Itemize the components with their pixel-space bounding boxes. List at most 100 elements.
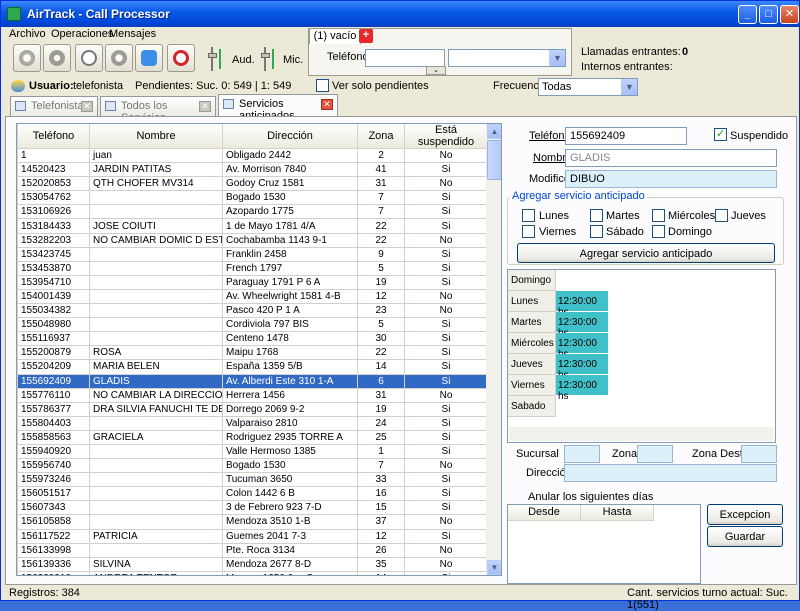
call-tab[interactable]: (1) vacío xyxy=(309,28,361,44)
table-row[interactable]: 155973246 Tucuman 3650 33 Si xyxy=(17,472,488,488)
cell-zona: 2 xyxy=(357,147,405,164)
direccion-field[interactable] xyxy=(564,464,777,482)
menu-operaciones[interactable]: Operaciones xyxy=(51,28,113,40)
column-header-desde[interactable]: Desde xyxy=(508,505,581,521)
sucursal-field[interactable] xyxy=(564,445,600,463)
scroll-thumb[interactable] xyxy=(487,140,501,180)
minimize-button[interactable]: _ xyxy=(738,5,757,24)
form-name-input[interactable] xyxy=(565,149,777,167)
table-row[interactable]: 155048980 Cordiviola 797 BIS 5 Si xyxy=(17,317,488,333)
call-phone-combo[interactable]: ▼ xyxy=(448,49,566,67)
add-scheduled-service-button[interactable]: Agregar servicio anticipado xyxy=(517,243,775,263)
form-phone-input[interactable] xyxy=(565,127,687,145)
block-button[interactable] xyxy=(167,44,195,72)
table-row[interactable]: 155204209 MARIA BELEN España 1359 5/B 14 Si xyxy=(17,359,488,375)
table-row[interactable]: 154001439 Av. Wheelwright 1581 4-B 12 No xyxy=(17,288,488,305)
tab-todos-servicios[interactable]: Todos los Servicios ✕ xyxy=(100,96,216,124)
table-row[interactable]: 153954710 Paraguay 1791 P 6 A 19 Si xyxy=(17,274,488,290)
menu-archivo[interactable]: Archivo xyxy=(9,28,46,40)
table-row[interactable]: 156051517 Colon 1442 6 B 16 Si xyxy=(17,486,488,502)
table-row[interactable]: 155858563 GRACIELA Rodriguez 2935 TORRE A2… xyxy=(17,429,488,445)
table-row[interactable]: 1 juan Obligado 2442 2 No xyxy=(17,147,488,164)
table-row[interactable]: 153054762 Bogado 1530 7 Si xyxy=(17,190,488,206)
schedule-scrollbar[interactable] xyxy=(509,427,774,441)
only-pending-checkbox[interactable] xyxy=(316,79,329,92)
table-row[interactable]: 156229910ANDREA TENTORMoreno 1250 9-+-C1… xyxy=(17,570,488,575)
schedule-time-slot[interactable]: 12:30:00 hs xyxy=(556,333,608,360)
schedule-day-label: Sabado xyxy=(508,396,556,417)
table-row[interactable]: 156105858 Mendoza 3510 1-B 37 No xyxy=(17,514,488,530)
day-checkbox-lunes[interactable] xyxy=(522,209,535,222)
exception-button[interactable]: Excepcion xyxy=(707,504,783,525)
table-row[interactable]: 155692409 GLADIS Av. Alberdi Este 310 1-A 6… xyxy=(17,373,488,389)
add-call-button[interactable]: + xyxy=(359,29,373,43)
table-row[interactable]: 153282203NO CAMBIAR DOMIC D ESTE CELUCoc… xyxy=(17,232,488,248)
tab-telefonista[interactable]: Telefonista ✕ xyxy=(10,96,98,116)
day-checkbox-viernes[interactable] xyxy=(522,225,535,238)
scroll-down-icon[interactable]: ▼ xyxy=(487,560,501,575)
close-button[interactable]: ✕ xyxy=(780,5,799,24)
suspended-checkbox[interactable] xyxy=(714,127,727,141)
column-header-direccion[interactable]: Dirección xyxy=(222,124,358,149)
day-checkbox-martes[interactable] xyxy=(590,209,603,222)
frequency-select[interactable]: Todas ▼ xyxy=(538,78,638,96)
table-row[interactable]: 152020853 QTH CHOFER MV314 Godoy Cruz 1581… xyxy=(17,176,488,192)
table-row[interactable]: 155940920 Valle Hermoso 1385 1 Si xyxy=(17,443,488,460)
table-row[interactable]: 156117522 PATRICIA Guemes 2041 7-3 12 Si xyxy=(17,528,488,544)
close-icon[interactable]: ✕ xyxy=(199,101,211,112)
table-row[interactable]: 155786377DRA SILVIA FANUCHI TE DEL SANAT… xyxy=(17,401,488,417)
day-checkbox-sabado[interactable] xyxy=(590,225,603,238)
zona-dest-label: Zona Dest. xyxy=(692,448,746,460)
close-icon[interactable]: ✕ xyxy=(81,101,93,112)
back-button[interactable] xyxy=(105,44,133,72)
cell-suspendido: No xyxy=(404,387,488,403)
chevron-down-icon: ▼ xyxy=(621,79,637,95)
schedule-time-slot[interactable]: 12:30:00 hs xyxy=(556,312,608,339)
audio-slider[interactable] xyxy=(208,47,224,71)
settings-button[interactable] xyxy=(13,44,41,72)
column-header-suspendido[interactable]: Está suspendido xyxy=(404,124,488,149)
table-row[interactable]: 155116937 Centeno 1478 30 Si xyxy=(17,331,488,347)
day-checkbox-miercoles[interactable] xyxy=(652,209,665,222)
zona-dest-field[interactable] xyxy=(741,445,777,463)
close-icon[interactable]: ✕ xyxy=(321,99,333,110)
mic-slider[interactable] xyxy=(261,47,277,71)
table-row[interactable]: 14520423 JARDIN PATITAS Av. Morrison 7840 4… xyxy=(17,162,488,178)
menu-mensajes[interactable]: Mensajes xyxy=(109,28,156,40)
table-row[interactable]: 153453870 French 1797 5 Si xyxy=(17,260,488,276)
tab-servicios-anticipados[interactable]: Servicios anticipados ✕ xyxy=(218,94,338,122)
save-button[interactable]: Guardar xyxy=(707,526,783,547)
table-row[interactable]: 156139336 SILVINA Mendoza 2677 8-D 35 No xyxy=(17,556,488,572)
zona-field[interactable] xyxy=(637,445,673,463)
schedule-time-slot[interactable]: 12:30:00 hs xyxy=(556,375,608,402)
column-header-hasta[interactable]: Hasta xyxy=(581,505,654,521)
table-scrollbar[interactable]: ▲ ▼ xyxy=(486,124,501,575)
table-row[interactable]: 156133998 Pte. Roca 3134 26 No xyxy=(17,542,488,558)
cell-direccion: Moreno 1250 9-+-C xyxy=(222,570,358,575)
table-row[interactable]: 155956740 Bogado 1530 7 No xyxy=(17,458,488,474)
day-checkbox-domingo[interactable] xyxy=(652,225,665,238)
clock-button[interactable] xyxy=(75,44,103,72)
collapse-toggle[interactable]: ⌄ xyxy=(426,66,446,75)
connect-button[interactable] xyxy=(43,44,71,72)
cell-zona: 24 xyxy=(357,415,405,431)
table-row[interactable]: 155200879 ROSA Maipu 1768 22 Si xyxy=(17,345,488,361)
schedule-time-slot[interactable]: 12:30:00 hs xyxy=(556,354,608,381)
table-row[interactable]: 153423745 Franklin 2458 9 Si xyxy=(17,246,488,262)
maximize-button[interactable]: □ xyxy=(759,5,778,24)
scroll-up-icon[interactable]: ▲ xyxy=(487,124,501,139)
column-header-nombre[interactable]: Nombre xyxy=(89,124,223,149)
day-checkbox-jueves[interactable] xyxy=(715,209,728,222)
column-header-telefono[interactable]: Teléfono xyxy=(17,124,90,149)
table-row[interactable]: 155034382 Pasco 420 P 1 A 23 No xyxy=(17,303,488,319)
table-row[interactable]: 153184433 JOSE COIUTI 1 de Mayo 1781 4/A 22… xyxy=(17,218,488,234)
schedule-time-slot[interactable]: 12:30:00 hs xyxy=(556,291,608,318)
table-row[interactable]: 15607343 3 de Febrero 923 7-D 15 Si xyxy=(17,500,488,516)
table-row[interactable]: 155776110 NO CAMBIAR LA DIRECCION Herrera … xyxy=(17,387,488,403)
chat-button[interactable] xyxy=(135,44,163,72)
cell-nombre xyxy=(89,514,223,530)
table-row[interactable]: 155804403 Valparaiso 2810 24 Si xyxy=(17,415,488,431)
column-header-zona[interactable]: Zona xyxy=(357,124,405,149)
table-row[interactable]: 153106926 Azopardo 1775 7 Si xyxy=(17,204,488,220)
call-phone-input[interactable] xyxy=(365,49,445,67)
